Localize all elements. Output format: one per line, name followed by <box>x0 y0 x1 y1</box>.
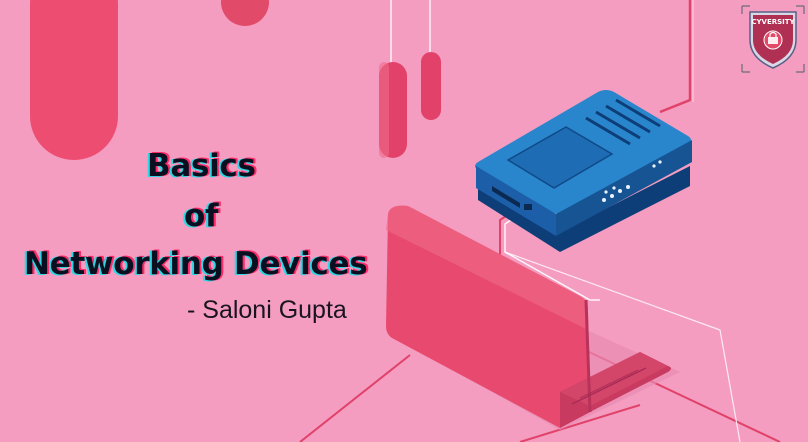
hanging-capsule <box>421 52 441 120</box>
illustration-graphics <box>299 0 781 442</box>
shield-logo-icon: CYVERSITY <box>741 5 805 73</box>
laptop-icon <box>386 205 680 430</box>
floor-line <box>299 354 411 442</box>
logo-text: CYVERSITY <box>751 18 795 26</box>
capsule-highlight <box>379 62 389 158</box>
router-icon <box>475 90 692 252</box>
hero-illustration: Basics of Networking Devices - Saloni Gu… <box>0 0 808 442</box>
router-cable <box>659 0 692 114</box>
